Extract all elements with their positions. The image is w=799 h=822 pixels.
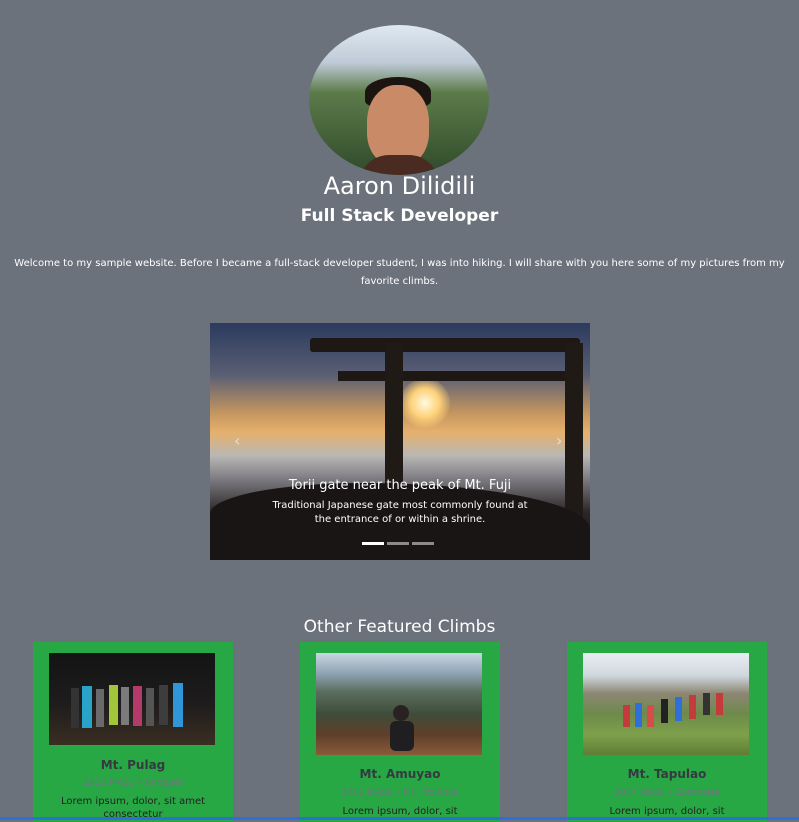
climb-photo-tapulao (583, 653, 749, 755)
climb-card-amuyao[interactable]: Mt. Amuyao 2702 MASL • Mt. Province Lore… (300, 642, 500, 822)
carousel-caption-text: Traditional Japanese gate most commonly … (272, 500, 528, 525)
profile-name: Aaron Dilidili (323, 172, 476, 200)
carousel-sun (400, 378, 450, 428)
climb-name: Mt. Amuyao (359, 767, 441, 781)
group-photo-figures (623, 693, 723, 727)
hiker-figure (390, 705, 414, 751)
carousel-next-icon[interactable]: › (556, 431, 562, 450)
carousel-indicator-2[interactable] (387, 542, 409, 545)
carousel-prev-icon[interactable]: ‹ (234, 431, 240, 450)
climb-name: Mt. Pulag (100, 758, 166, 772)
torii-gate-top (310, 338, 580, 352)
climb-photo-pulag (49, 653, 215, 745)
avatar-face (367, 85, 429, 165)
torii-gate-beam (338, 371, 578, 381)
featured-section-title: Other Featured Climbs (303, 617, 496, 637)
photo-carousel[interactable]: ‹ › Torii gate near the peak of Mt. Fuji… (210, 323, 590, 560)
carousel-indicator-1[interactable] (362, 542, 384, 545)
climb-subtitle: 2037 MASL • Zambales (614, 788, 720, 798)
carousel-indicator-3[interactable] (412, 542, 434, 545)
carousel-indicators (362, 542, 434, 545)
climb-card-tapulao[interactable]: Mt. Tapulao 2037 MASL • Zambales Lorem i… (567, 642, 767, 822)
intro-text: Welcome to my sample website. Before I b… (14, 258, 785, 287)
climb-subtitle: 2922 MASL • Benguet (83, 778, 183, 788)
carousel-caption-title: Torii gate near the peak of Mt. Fuji (288, 478, 512, 493)
profile-avatar (309, 25, 489, 175)
group-photo-figures (71, 683, 183, 728)
climb-name: Mt. Tapulao (627, 767, 707, 781)
climb-subtitle: 2702 MASL • Mt. Province (341, 788, 459, 798)
climb-photo-amuyao (316, 653, 482, 755)
climb-card-pulag[interactable]: Mt. Pulag 2922 MASL • Benguet Lorem ipsu… (33, 642, 233, 822)
profile-role: Full Stack Developer (300, 206, 499, 226)
